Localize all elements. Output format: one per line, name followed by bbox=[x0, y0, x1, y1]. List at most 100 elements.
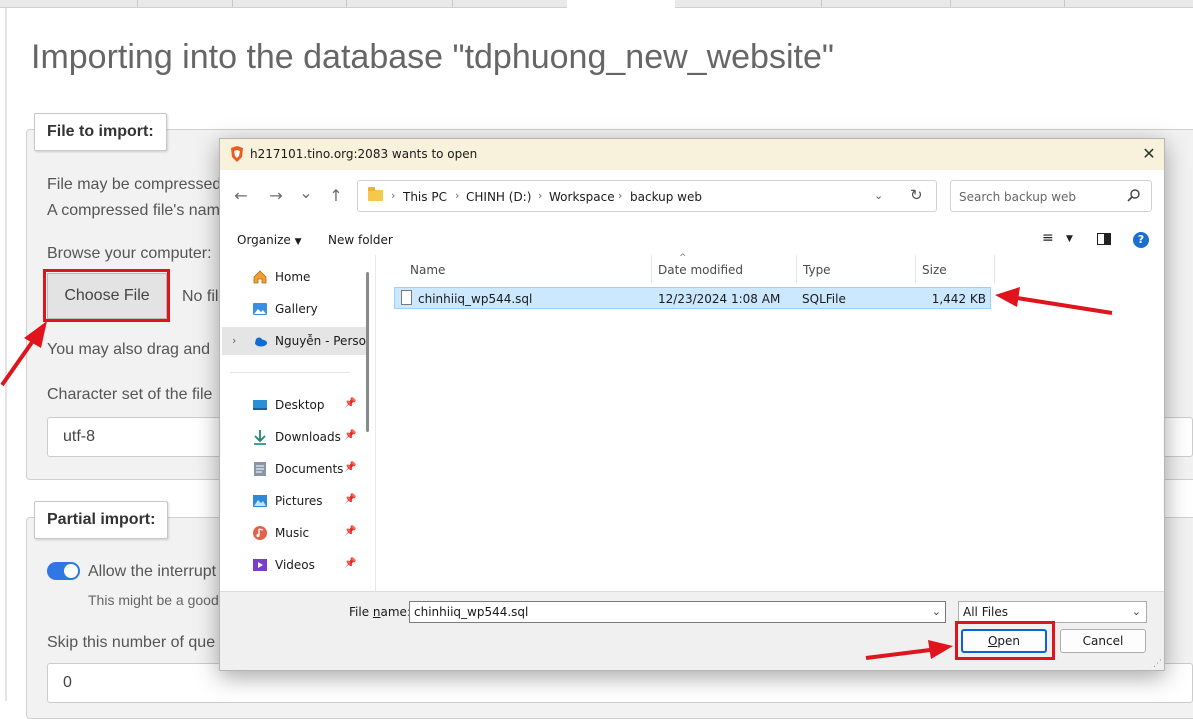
nav-item-desktop[interactable]: Desktop 📌 bbox=[252, 395, 367, 415]
pin-icon[interactable]: 📌 bbox=[344, 462, 356, 473]
dialog-title: h217101.tino.org:2083 wants to open bbox=[250, 147, 478, 161]
nav-item-onedrive[interactable]: Nguyễn - Personal bbox=[252, 331, 367, 351]
pin-icon[interactable]: 📌 bbox=[344, 526, 356, 537]
file-size: 1,442 KB bbox=[931, 292, 986, 306]
pane-divider[interactable] bbox=[375, 255, 376, 591]
breadcrumb-separator: › bbox=[455, 189, 460, 202]
address-bar[interactable]: › This PC › CHINH (D:) › Workspace › bac… bbox=[357, 180, 937, 212]
pin-icon[interactable]: 📌 bbox=[344, 494, 356, 505]
nav-item-music[interactable]: Music 📌 bbox=[252, 523, 367, 543]
nav-item-label: Music bbox=[275, 526, 310, 540]
onedrive-icon bbox=[255, 337, 267, 347]
breadcrumb-workspace[interactable]: Workspace bbox=[549, 190, 615, 204]
interrupt-hint-text: This might be a good bbox=[88, 592, 219, 608]
organize-menu[interactable]: Organize ▼ bbox=[237, 233, 302, 247]
nav-divider bbox=[230, 372, 350, 373]
nav-item-label: Desktop bbox=[275, 398, 325, 412]
tab-separator bbox=[1064, 0, 1065, 7]
preview-pane-icon[interactable] bbox=[1097, 233, 1111, 245]
close-icon[interactable]: ✕ bbox=[1140, 144, 1158, 164]
allow-interrupt-label: Allow the interrupt bbox=[88, 563, 217, 580]
forward-arrow-icon[interactable]: → bbox=[266, 186, 286, 205]
nav-item-home[interactable]: Home bbox=[252, 267, 367, 287]
breadcrumb-this-pc[interactable]: This PC bbox=[403, 190, 447, 204]
file-type-filter[interactable]: All Files ⌄ bbox=[958, 601, 1147, 623]
tab-separator bbox=[452, 0, 453, 7]
nav-item-gallery[interactable]: Gallery bbox=[252, 299, 367, 319]
browse-label: Browse your computer: bbox=[47, 245, 212, 262]
file-open-dialog: h217101.tino.org:2083 wants to open ✕ ← … bbox=[219, 138, 1165, 671]
file-list-header: ^ Name Date modified Type Size bbox=[376, 253, 1164, 283]
organize-label: Organize bbox=[237, 233, 291, 247]
toggle-knob bbox=[64, 564, 78, 578]
nav-item-videos[interactable]: Videos 📌 bbox=[252, 555, 367, 575]
up-arrow-icon[interactable]: ↑ bbox=[326, 186, 346, 205]
column-separator[interactable] bbox=[796, 255, 797, 283]
search-box[interactable]: Search backup web bbox=[950, 180, 1152, 212]
nav-item-documents[interactable]: Documents 📌 bbox=[252, 459, 367, 479]
breadcrumb-separator: › bbox=[618, 189, 623, 202]
breadcrumb-separator: › bbox=[391, 189, 396, 202]
chevron-down-icon: ⌄ bbox=[1131, 605, 1141, 618]
annotation-highlight-choose-file bbox=[43, 269, 170, 322]
refresh-icon[interactable]: ↻ bbox=[910, 186, 923, 204]
downloads-icon bbox=[254, 430, 266, 445]
tab-separator bbox=[232, 0, 233, 7]
tab-separator bbox=[821, 0, 822, 7]
recent-locations-chevron-icon[interactable]: ⌄ bbox=[296, 183, 316, 202]
nav-item-label: Pictures bbox=[275, 494, 323, 508]
pin-icon[interactable]: 📌 bbox=[344, 558, 356, 569]
charset-label: Character set of the file bbox=[47, 386, 213, 403]
breadcrumb-separator: › bbox=[538, 189, 543, 202]
desktop-icon bbox=[253, 400, 267, 410]
sql-file-icon bbox=[401, 290, 412, 305]
pin-icon[interactable]: 📌 bbox=[344, 430, 356, 441]
file-name-label: File name: bbox=[349, 605, 411, 619]
column-size[interactable]: Size bbox=[922, 263, 947, 277]
search-icon bbox=[1127, 189, 1140, 202]
view-options-chevron-icon[interactable]: ▼ bbox=[1066, 234, 1073, 244]
address-dropdown-icon[interactable]: ⌄ bbox=[874, 189, 883, 202]
column-name[interactable]: Name bbox=[410, 263, 445, 277]
column-type[interactable]: Type bbox=[803, 263, 831, 277]
breadcrumb-drive[interactable]: CHINH (D:) bbox=[466, 190, 531, 204]
partial-import-legend: Partial import: bbox=[34, 501, 169, 539]
nav-item-label: Nguyễn - Personal bbox=[275, 334, 367, 348]
back-arrow-icon[interactable]: ← bbox=[231, 186, 251, 205]
nav-item-label: Home bbox=[275, 270, 311, 284]
folder-icon bbox=[368, 187, 383, 201]
tab-separator bbox=[950, 0, 951, 7]
active-tab[interactable] bbox=[567, 0, 675, 8]
column-date-modified[interactable]: Date modified bbox=[658, 263, 743, 277]
help-icon[interactable]: ? bbox=[1133, 232, 1149, 248]
cancel-button[interactable]: Cancel bbox=[1060, 629, 1146, 653]
skip-queries-value: 0 bbox=[63, 674, 72, 691]
nav-item-pictures[interactable]: Pictures 📌 bbox=[252, 491, 367, 511]
column-separator[interactable] bbox=[994, 255, 995, 283]
videos-icon bbox=[253, 559, 267, 571]
documents-icon bbox=[254, 462, 266, 476]
view-list-icon[interactable]: ≡ bbox=[1042, 230, 1054, 246]
nav-item-label: Downloads bbox=[275, 430, 341, 444]
file-row[interactable]: chinhiiq_wp544.sql 12/23/2024 1:08 AM SQ… bbox=[394, 287, 991, 309]
expand-chevron-icon[interactable]: › bbox=[232, 334, 236, 347]
breadcrumb-backup-web[interactable]: backup web bbox=[630, 190, 702, 204]
page-title: Importing into the database "tdphuong_ne… bbox=[31, 38, 834, 76]
new-folder-button[interactable]: New folder bbox=[328, 233, 393, 247]
brave-lion-icon bbox=[231, 146, 243, 162]
pin-icon[interactable]: 📌 bbox=[344, 398, 356, 409]
file-name-value: chinhiiq_wp544.sql bbox=[414, 605, 529, 619]
file-name-input[interactable]: chinhiiq_wp544.sql ⌄ bbox=[409, 601, 946, 623]
nav-item-downloads[interactable]: Downloads 📌 bbox=[252, 427, 367, 447]
command-bar: Organize ▼ New folder ≡ ▼ ? bbox=[220, 224, 1164, 254]
resize-grip-icon[interactable]: ⋰ bbox=[1153, 659, 1162, 669]
file-type: SQLFile bbox=[802, 292, 846, 306]
search-placeholder: Search backup web bbox=[959, 190, 1077, 204]
column-separator[interactable] bbox=[915, 255, 916, 283]
charset-value: utf-8 bbox=[63, 428, 96, 445]
chevron-down-icon[interactable]: ⌄ bbox=[932, 605, 941, 618]
nav-item-label: Documents bbox=[275, 462, 344, 476]
allow-interrupt-toggle[interactable] bbox=[47, 562, 80, 580]
nav-item-label: Videos bbox=[275, 558, 315, 572]
column-separator[interactable] bbox=[651, 255, 652, 283]
